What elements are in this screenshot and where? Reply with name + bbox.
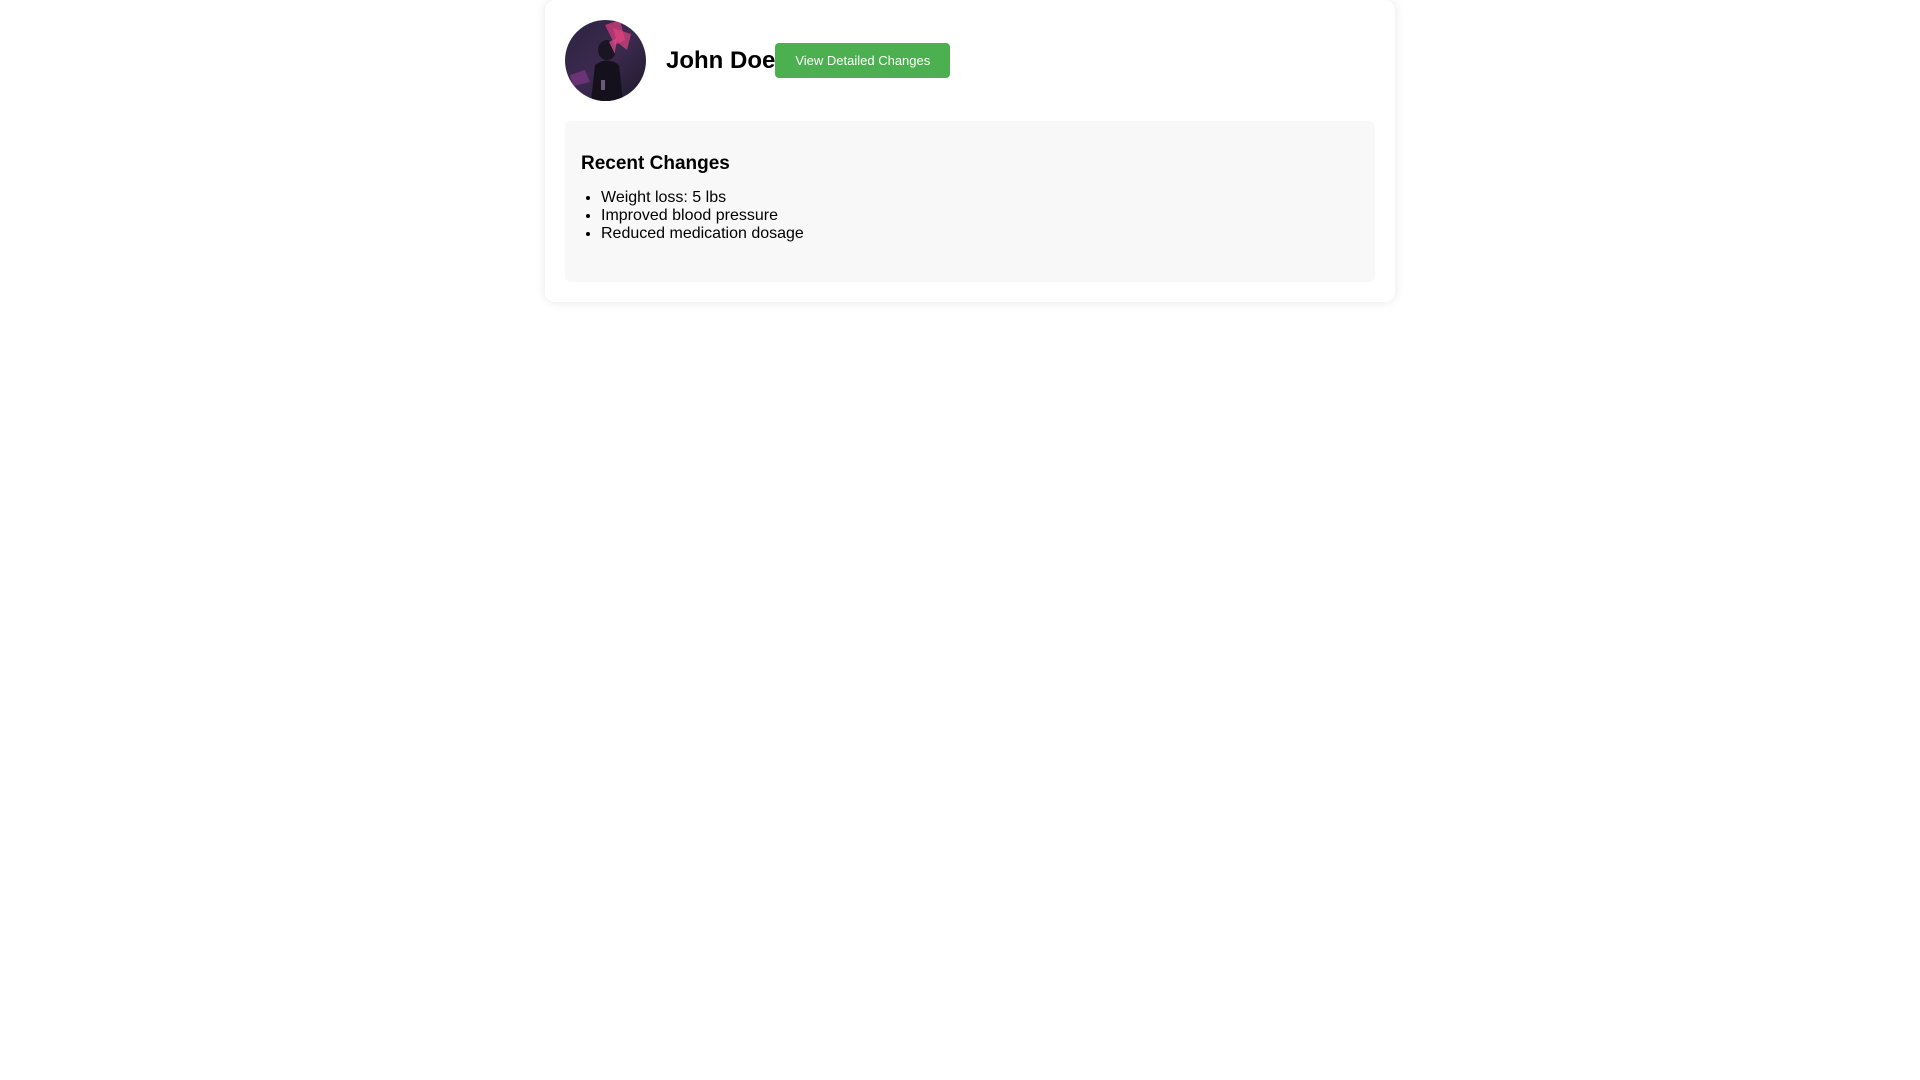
list-item: Reduced medication dosage — [601, 225, 1359, 243]
recent-changes-list: Weight loss: 5 lbs Improved blood pressu… — [581, 189, 1359, 243]
recent-changes-panel: Recent Changes Weight loss: 5 lbs Improv… — [565, 121, 1375, 282]
profile-header: John Doe View Detailed Changes — [565, 20, 1375, 101]
patient-name: John Doe — [666, 46, 776, 74]
list-item: Improved blood pressure — [601, 207, 1359, 225]
recent-changes-title: Recent Changes — [581, 153, 730, 174]
avatar-photo-icon — [565, 20, 646, 101]
avatar — [565, 20, 646, 101]
list-item: Weight loss: 5 lbs — [601, 189, 1359, 207]
view-detailed-changes-button[interactable]: View Detailed Changes — [775, 43, 951, 78]
patient-card: John Doe View Detailed Changes Recent Ch… — [545, 0, 1395, 302]
